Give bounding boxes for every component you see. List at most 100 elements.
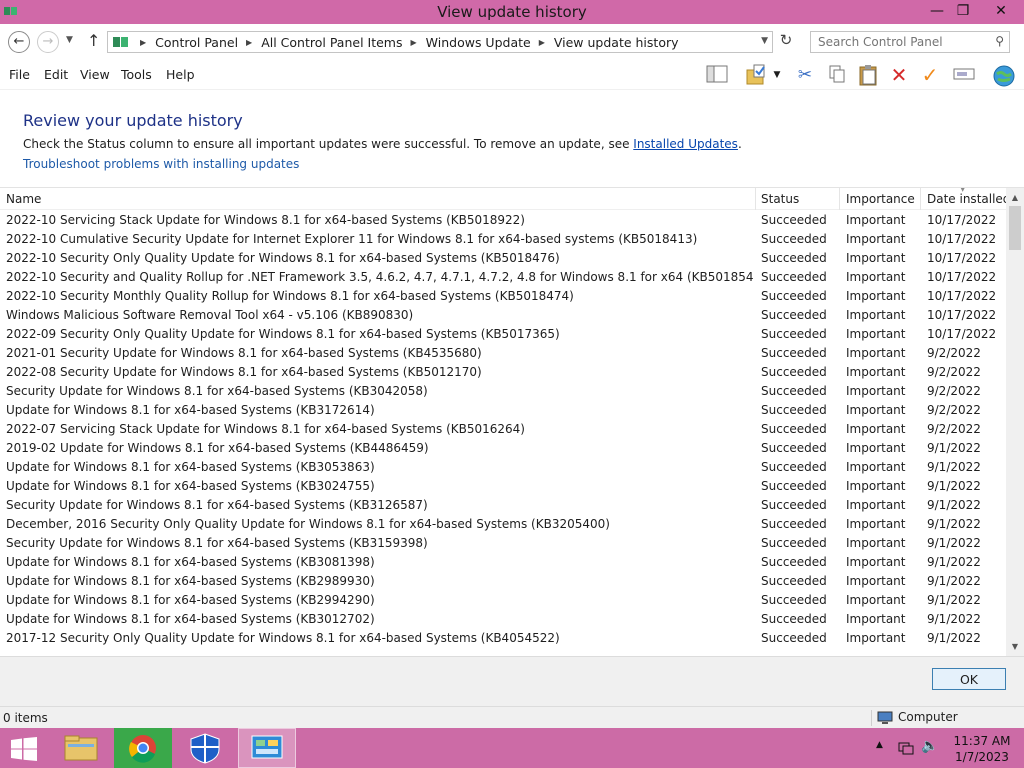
update-status: Succeeded — [761, 574, 827, 588]
table-row[interactable]: Security Update for Windows 8.1 for x64-… — [0, 535, 1006, 554]
table-row[interactable]: Update for Windows 8.1 for x64-based Sys… — [0, 611, 1006, 630]
address-dropdown-icon[interactable]: ▼ — [761, 36, 768, 46]
up-button[interactable]: ↑ — [87, 31, 100, 50]
menu-tools[interactable]: Tools — [121, 67, 152, 82]
forward-button[interactable]: → — [37, 31, 59, 53]
update-importance: Important — [846, 384, 906, 398]
table-row[interactable]: Security Update for Windows 8.1 for x64-… — [0, 383, 1006, 402]
windows-defender-icon[interactable] — [176, 728, 234, 768]
update-name: 2022-07 Servicing Stack Update for Windo… — [6, 422, 525, 436]
scrollbar-thumb[interactable] — [1009, 206, 1021, 250]
vertical-scrollbar[interactable]: ▲ ▼ — [1006, 188, 1024, 656]
dropdown-arrow-icon[interactable]: ▼ — [770, 64, 784, 86]
close-button[interactable]: ✕ — [982, 0, 1020, 22]
address-bar: ← → ▼ ↑ ▶ Control Panel ▶ All Control Pa… — [0, 24, 1024, 60]
control-panel-icon[interactable] — [238, 728, 296, 768]
update-name: Update for Windows 8.1 for x64-based Sys… — [6, 612, 375, 626]
back-arrow-icon: ← — [13, 34, 25, 49]
column-divider[interactable] — [755, 188, 756, 210]
network-icon[interactable] — [898, 740, 914, 756]
table-row[interactable]: Update for Windows 8.1 for x64-based Sys… — [0, 478, 1006, 497]
table-row[interactable]: 2022-10 Security Only Quality Update for… — [0, 250, 1006, 269]
column-header-importance[interactable]: Importance — [846, 192, 915, 206]
table-row[interactable]: 2017-12 Security Only Quality Update for… — [0, 630, 1006, 649]
table-row[interactable]: Update for Windows 8.1 for x64-based Sys… — [0, 459, 1006, 478]
volume-icon[interactable]: 🔈 — [921, 738, 938, 754]
search-icon[interactable]: ⚲ — [995, 34, 1004, 48]
forward-arrow-icon: → — [42, 34, 54, 49]
column-divider[interactable] — [839, 188, 840, 210]
menu-edit[interactable]: Edit — [44, 67, 68, 82]
table-row[interactable]: 2022-09 Security Only Quality Update for… — [0, 326, 1006, 345]
breadcrumb-all-items[interactable]: All Control Panel Items — [261, 35, 402, 50]
title-bar: View update history — ❐ ✕ — [0, 0, 1024, 24]
installed-updates-link[interactable]: Installed Updates — [633, 137, 738, 151]
table-row[interactable]: December, 2016 Security Only Quality Upd… — [0, 516, 1006, 535]
delete-icon[interactable]: ✕ — [888, 64, 910, 86]
table-row[interactable]: Update for Windows 8.1 for x64-based Sys… — [0, 402, 1006, 421]
troubleshoot-link[interactable]: Troubleshoot problems with installing up… — [23, 157, 299, 171]
back-button[interactable]: ← — [8, 31, 30, 53]
clock[interactable]: 11:37 AM 1/7/2023 — [950, 733, 1014, 765]
ok-button[interactable]: OK — [932, 668, 1006, 690]
table-row[interactable]: 2022-10 Cumulative Security Update for I… — [0, 231, 1006, 250]
scroll-up-icon[interactable]: ▲ — [1006, 190, 1024, 206]
search-box[interactable]: ⚲ — [810, 31, 1010, 53]
column-header-name[interactable]: Name — [6, 192, 41, 206]
computer-icon — [877, 711, 893, 724]
file-explorer-icon[interactable] — [52, 728, 110, 768]
table-row[interactable]: 2022-10 Servicing Stack Update for Windo… — [0, 212, 1006, 231]
address-field[interactable]: ▶ Control Panel ▶ All Control Panel Item… — [107, 31, 773, 53]
show-hidden-icons-icon[interactable]: ▲ — [876, 740, 883, 750]
chrome-icon[interactable] — [114, 728, 172, 768]
menu-help[interactable]: Help — [166, 67, 195, 82]
breadcrumb-separator-icon: ▶ — [246, 37, 253, 47]
breadcrumb-view-update-history[interactable]: View update history — [554, 35, 679, 50]
update-status: Succeeded — [761, 403, 827, 417]
column-header-status[interactable]: Status — [761, 192, 799, 206]
column-divider[interactable] — [920, 188, 921, 210]
update-name: Security Update for Windows 8.1 for x64-… — [6, 536, 428, 550]
table-row[interactable]: 2021-01 Security Update for Windows 8.1 … — [0, 345, 1006, 364]
update-importance: Important — [846, 612, 906, 626]
table-row[interactable]: 2019-02 Update for Windows 8.1 for x64-b… — [0, 440, 1006, 459]
breadcrumb-separator-icon: ▶ — [538, 37, 545, 47]
table-row[interactable]: 2022-10 Security and Quality Rollup for … — [0, 269, 1006, 288]
globe-icon[interactable] — [992, 64, 1015, 87]
breadcrumb-windows-update[interactable]: Windows Update — [426, 35, 531, 50]
table-row[interactable]: Security Update for Windows 8.1 for x64-… — [0, 497, 1006, 516]
update-importance: Important — [846, 346, 906, 360]
update-history-table: Name Status Importance Date installed ▼ … — [0, 187, 1024, 656]
table-row[interactable]: Update for Windows 8.1 for x64-based Sys… — [0, 592, 1006, 611]
table-row[interactable]: 2022-08 Security Update for Windows 8.1 … — [0, 364, 1006, 383]
cut-icon[interactable]: ✂ — [794, 64, 816, 86]
update-importance: Important — [846, 479, 906, 493]
column-header-date[interactable]: Date installed — [927, 192, 1010, 206]
refresh-button[interactable]: ↻ — [775, 31, 797, 53]
paste-icon[interactable] — [857, 64, 879, 86]
layout-icon[interactable] — [706, 64, 728, 86]
update-status: Succeeded — [761, 441, 827, 455]
table-row[interactable]: Update for Windows 8.1 for x64-based Sys… — [0, 573, 1006, 592]
clock-time: 11:37 AM — [953, 734, 1011, 748]
update-name: 2022-10 Servicing Stack Update for Windo… — [6, 213, 525, 227]
menu-file[interactable]: File — [9, 67, 30, 82]
folder-options-icon[interactable] — [745, 64, 767, 86]
maximize-button[interactable]: ❐ — [946, 0, 980, 22]
windows-start-icon[interactable] — [10, 737, 38, 761]
update-date: 9/1/2022 — [927, 536, 981, 550]
table-row[interactable]: Windows Malicious Software Removal Tool … — [0, 307, 1006, 326]
breadcrumb-control-panel[interactable]: Control Panel — [155, 35, 238, 50]
scroll-down-icon[interactable]: ▼ — [1006, 639, 1024, 655]
update-date: 9/1/2022 — [927, 612, 981, 626]
table-row[interactable]: 2022-10 Security Monthly Quality Rollup … — [0, 288, 1006, 307]
table-row[interactable]: 2022-07 Servicing Stack Update for Windo… — [0, 421, 1006, 440]
table-row[interactable]: Update for Windows 8.1 for x64-based Sys… — [0, 554, 1006, 573]
properties-check-icon[interactable]: ✓ — [919, 64, 941, 86]
menu-view[interactable]: View — [80, 67, 110, 82]
rename-icon[interactable] — [953, 64, 975, 86]
search-input[interactable] — [818, 32, 988, 52]
recent-locations-button[interactable]: ▼ — [66, 35, 73, 45]
copy-icon[interactable] — [826, 64, 848, 86]
update-importance: Important — [846, 308, 906, 322]
